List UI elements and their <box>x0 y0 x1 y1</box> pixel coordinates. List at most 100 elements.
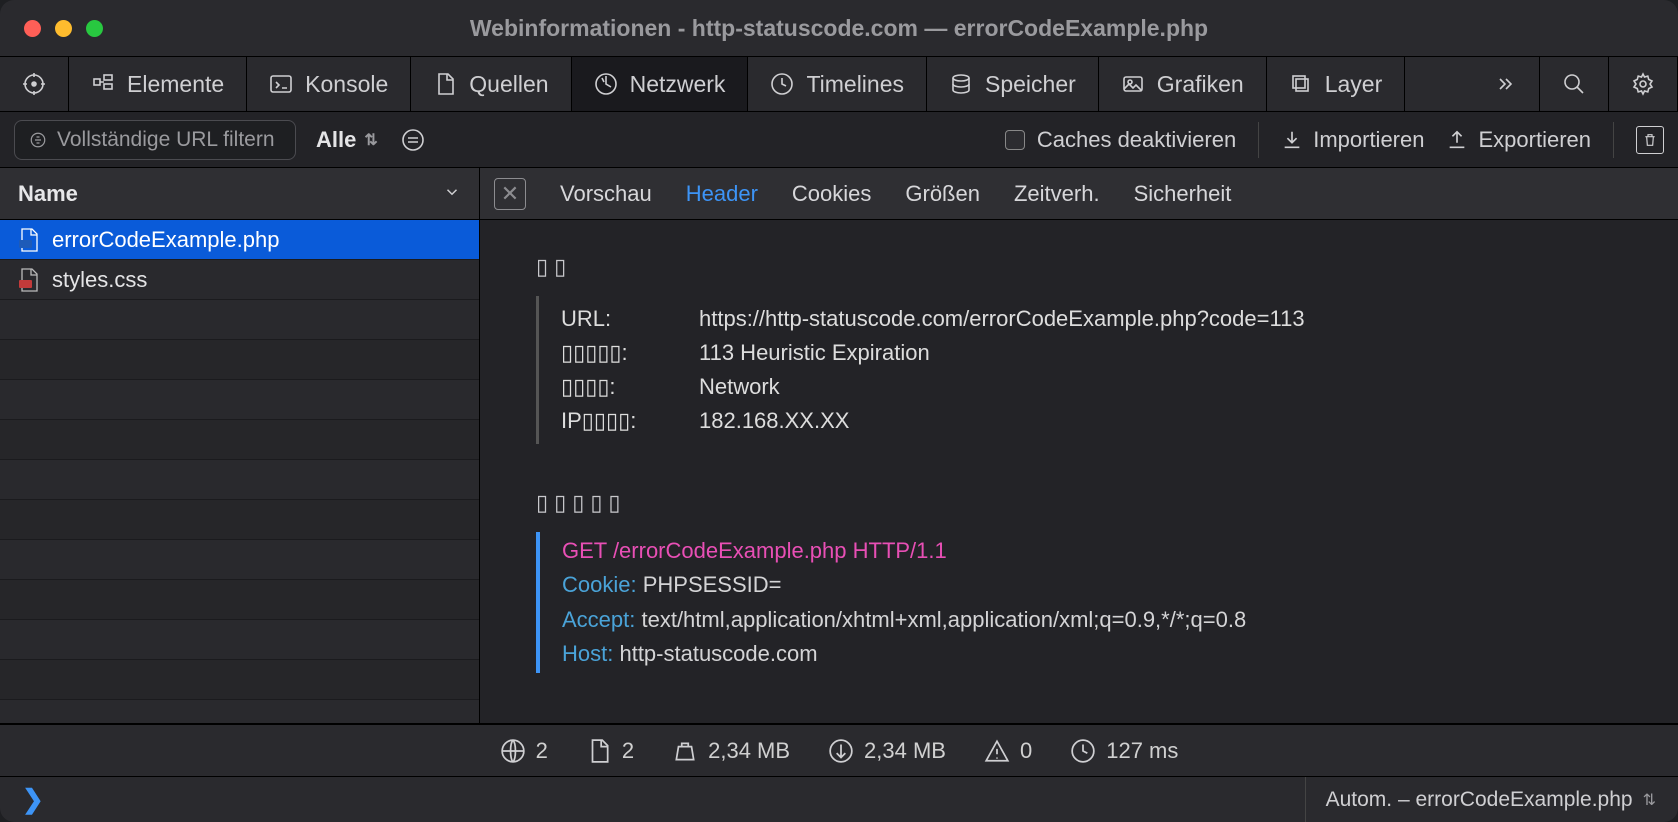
header-key: Cookie: <box>562 572 643 597</box>
detail-tab-timing[interactable]: Zeitverh. <box>1014 181 1100 207</box>
request-header-line: Cookie: PHPSESSID= <box>562 568 1622 602</box>
export-button[interactable]: Exportieren <box>1446 127 1591 153</box>
search-button[interactable] <box>1540 57 1609 111</box>
window-zoom-button[interactable] <box>86 20 103 37</box>
summary-section-title: ▯▯ <box>536 254 1622 280</box>
clear-network-button[interactable] <box>1636 126 1664 154</box>
header-value: PHPSESSID= <box>643 572 782 597</box>
context-label: Autom. – errorCodeExample.php <box>1326 788 1633 812</box>
stat-transferred-value: 2,34 MB <box>864 738 946 764</box>
column-header-name[interactable]: Name <box>0 168 479 220</box>
tab-label: Elemente <box>127 71 224 98</box>
type-filter-label: Alle <box>316 127 356 153</box>
tab-label: Layer <box>1325 71 1383 98</box>
ip-value: 182.168.XX.XX <box>699 404 849 438</box>
header-key: Accept: <box>562 607 641 632</box>
tab-storage[interactable]: Speicher <box>927 57 1099 111</box>
console-prompt-icon: ❯ <box>22 784 44 815</box>
stat-size-value: 2,34 MB <box>708 738 790 764</box>
request-headers-block: GET /errorCodeExample.php HTTP/1.1 Cooki… <box>536 532 1622 672</box>
ip-label: IP▯▯▯▯: <box>561 404 679 438</box>
network-filter-bar: Vollständige URL filtern Alle ⇅ Caches d… <box>0 112 1678 168</box>
tab-timelines[interactable]: Timelines <box>748 57 927 111</box>
detail-tab-security[interactable]: Sicherheit <box>1134 181 1232 207</box>
stat-errors: 0 <box>984 738 1032 764</box>
empty-row <box>0 540 479 580</box>
tab-sources[interactable]: Quellen <box>411 57 571 111</box>
detail-tabs: ✕ Vorschau Header Cookies Größen Zeitver… <box>480 168 1678 220</box>
tab-label: Netzwerk <box>630 71 726 98</box>
summary-block: URL: https://http-statuscode.com/errorCo… <box>536 296 1622 444</box>
empty-row <box>0 620 479 660</box>
detail-tab-header[interactable]: Header <box>686 181 758 207</box>
type-filter-dropdown[interactable]: Alle ⇅ <box>316 127 378 153</box>
disable-caches-checkbox[interactable] <box>1005 130 1025 150</box>
window-title: Webinformationen - http-statuscode.com —… <box>0 15 1678 42</box>
request-header-line: Host: http-statuscode.com <box>562 637 1622 671</box>
empty-row <box>0 500 479 540</box>
network-statusbar: 2 2 2,34 MB 2,34 MB 0 127 ms <box>0 724 1678 776</box>
stat-time: 127 ms <box>1070 738 1178 764</box>
window-minimize-button[interactable] <box>55 20 72 37</box>
tab-layers[interactable]: Layer <box>1267 57 1406 111</box>
url-value: https://http-statuscode.com/errorCodeExa… <box>699 302 1305 336</box>
empty-row <box>0 380 479 420</box>
request-details: ✕ Vorschau Header Cookies Größen Zeitver… <box>480 168 1678 723</box>
header-key: Host: <box>562 641 619 666</box>
tab-label: Konsole <box>305 71 388 98</box>
stat-size: 2,34 MB <box>672 738 790 764</box>
empty-row <box>0 660 479 700</box>
empty-row <box>0 340 479 380</box>
separator <box>1258 122 1259 158</box>
titlebar: Webinformationen - http-statuscode.com —… <box>0 0 1678 56</box>
empty-row <box>0 460 479 500</box>
detail-tab-sizes[interactable]: Größen <box>905 181 980 207</box>
filter-placeholder: Vollständige URL filtern <box>57 128 275 152</box>
execution-context-selector[interactable]: Autom. – errorCodeExample.php ⇅ <box>1305 777 1656 822</box>
tab-elements[interactable]: Elemente <box>69 57 247 111</box>
stat-errors-value: 0 <box>1020 738 1032 764</box>
source-value: Network <box>699 370 780 404</box>
close-details-button[interactable]: ✕ <box>494 178 526 210</box>
import-label: Importieren <box>1313 127 1424 153</box>
empty-row <box>0 420 479 460</box>
tab-overflow-button[interactable] <box>1471 57 1540 111</box>
url-filter-input[interactable]: Vollständige URL filtern <box>14 120 296 160</box>
request-row[interactable]: styles.css <box>0 260 479 300</box>
detail-tab-preview[interactable]: Vorschau <box>560 181 652 207</box>
request-name: styles.css <box>52 267 147 293</box>
console-bar[interactable]: ❯ Autom. – errorCodeExample.php ⇅ <box>0 776 1678 822</box>
chevron-updown-icon: ⇅ <box>364 130 377 150</box>
tab-label: Quellen <box>469 71 548 98</box>
php-file-icon <box>18 228 40 252</box>
url-label: URL: <box>561 302 679 336</box>
css-file-icon <box>18 268 40 292</box>
request-line: GET /errorCodeExample.php HTTP/1.1 <box>562 534 1622 568</box>
tab-console[interactable]: Konsole <box>247 57 411 111</box>
import-button[interactable]: Importieren <box>1281 127 1424 153</box>
chevron-updown-icon: ⇅ <box>1643 790 1656 810</box>
empty-row <box>0 580 479 620</box>
request-section-title: ▯▯▯▯▯ <box>536 490 1622 516</box>
request-row[interactable]: errorCodeExample.php <box>0 220 479 260</box>
inspect-element-button[interactable] <box>0 57 69 111</box>
group-button[interactable] <box>398 128 428 152</box>
status-label: ▯▯▯▯▯: <box>561 336 679 370</box>
tab-network[interactable]: Netzwerk <box>572 57 749 111</box>
tab-label: Speicher <box>985 71 1076 98</box>
separator <box>1613 122 1614 158</box>
stat-resources-value: 2 <box>622 738 634 764</box>
stat-domains: 2 <box>500 738 548 764</box>
empty-row <box>0 300 479 340</box>
disable-caches-label: Caches deaktivieren <box>1037 127 1236 153</box>
tab-graphics[interactable]: Grafiken <box>1099 57 1267 111</box>
export-label: Exportieren <box>1478 127 1591 153</box>
header-value: text/html,application/xhtml+xml,applicat… <box>641 607 1246 632</box>
request-list: Name errorCodeExample.php styles.css <box>0 168 480 723</box>
request-header-line: Accept: text/html,application/xhtml+xml,… <box>562 603 1622 637</box>
header-value: http-statuscode.com <box>619 641 817 666</box>
window-close-button[interactable] <box>24 20 41 37</box>
request-name: errorCodeExample.php <box>52 227 279 253</box>
detail-tab-cookies[interactable]: Cookies <box>792 181 871 207</box>
settings-button[interactable] <box>1609 57 1678 111</box>
